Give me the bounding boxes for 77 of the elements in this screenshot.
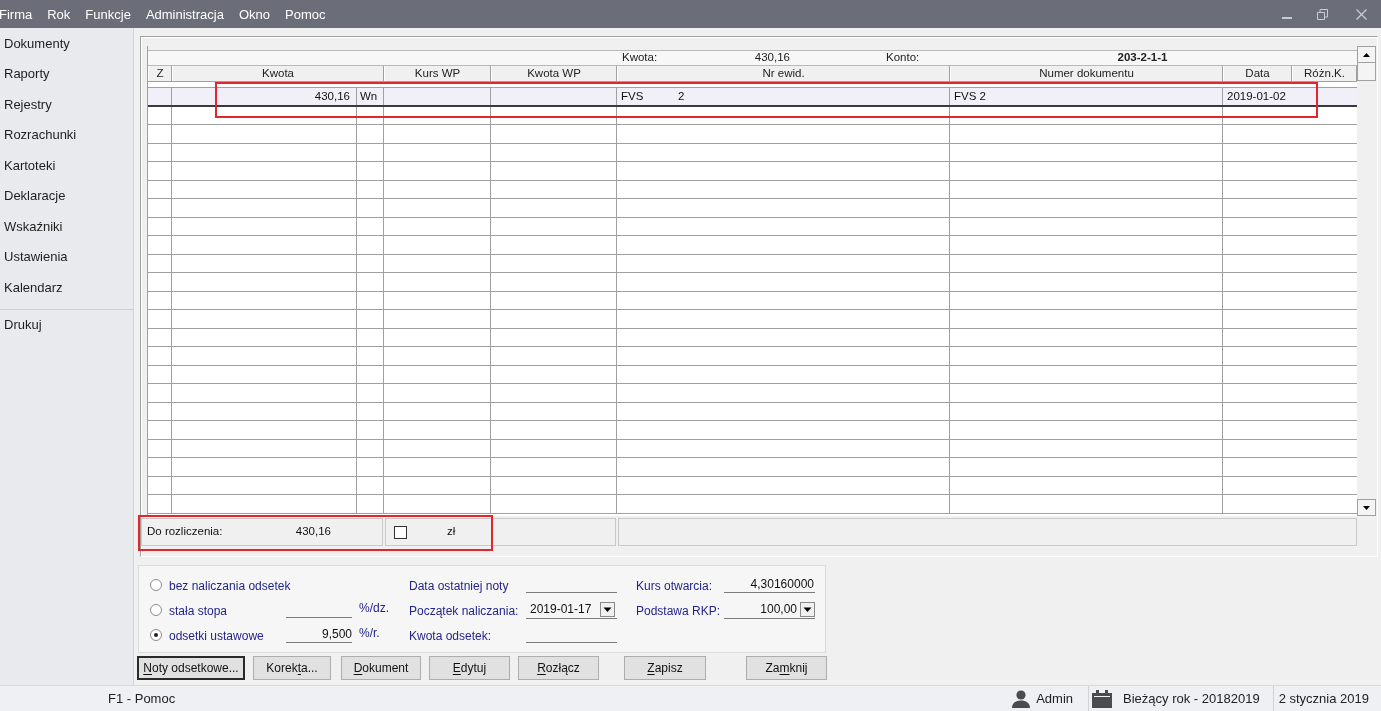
total-amount: 430,16	[754, 50, 790, 66]
sidebar-item[interactable]: Kartoteki	[4, 155, 56, 175]
settlement-amount: 430,16	[295, 525, 331, 538]
menu-item[interactable]: Funkcje	[85, 7, 131, 21]
triangle-up-icon	[1363, 52, 1370, 57]
dialog-button[interactable]: Noty odsetkowe...	[137, 656, 245, 680]
sidebar-item[interactable]: Dokumenty	[4, 33, 70, 53]
sidebar-item[interactable]: Rozrachunki	[4, 125, 77, 145]
input-field[interactable]: 4,30160000	[724, 576, 815, 593]
currency-label: zł	[447, 525, 456, 538]
menu-item[interactable]: Pomoc	[285, 7, 326, 21]
menu-item[interactable]: Rok	[47, 7, 71, 21]
field-label: Kurs otwarcia:	[636, 578, 713, 593]
sidebar-item[interactable]: Drukuj	[4, 315, 42, 335]
dialog-button[interactable]: Rozłącz	[518, 656, 599, 680]
column-header[interactable]: Kwota WP	[491, 66, 617, 81]
field-label: Podstawa RKP:	[636, 603, 721, 618]
dialog-button[interactable]: Zamknij	[746, 656, 827, 680]
dialog-button[interactable]: Korekta...	[253, 656, 331, 680]
account-number: 203-2-1-1	[1117, 50, 1168, 66]
field-label: Data ostatniej noty	[409, 578, 509, 593]
unit-label: %/r.	[359, 625, 380, 640]
sidebar-item[interactable]: Kalendarz	[4, 277, 63, 297]
option-label: odsetki ustawowe	[169, 628, 264, 643]
column-header[interactable]: Nr ewid.	[617, 66, 950, 81]
option-label: stała stopa	[169, 603, 228, 618]
user-icon	[1012, 689, 1031, 708]
dialog-button[interactable]: Dokument	[341, 656, 421, 680]
column-header[interactable]: Kurs WP	[384, 66, 491, 81]
option-label: bez naliczania odsetek	[169, 578, 291, 593]
account-label: Konto:	[886, 51, 920, 64]
dropdown-field[interactable]: 100,00	[724, 600, 815, 619]
calendar-icon	[1092, 689, 1113, 708]
radio-button[interactable]	[150, 603, 162, 616]
scroll-down-button[interactable]	[1357, 499, 1376, 516]
caret-down-icon[interactable]	[600, 601, 615, 617]
settlement-label: Do rozliczenia:	[147, 525, 223, 538]
table-cell-text: FVS 2	[954, 88, 986, 104]
field-label: Kwota odsetek:	[409, 628, 492, 643]
status-date: 2 stycznia 2019	[1278, 689, 1369, 708]
field-label: Początek naliczania:	[409, 603, 519, 618]
menu-item[interactable]: Administracja	[145, 7, 224, 21]
total-amount-label: Kwota:	[622, 51, 658, 64]
radio-button[interactable]	[150, 628, 162, 641]
input-field[interactable]: 9,500	[286, 626, 352, 643]
dropdown-field[interactable]: 2019-01-17	[526, 600, 617, 619]
table-cell-text: 430,16	[314, 88, 350, 104]
caret-down-icon[interactable]	[800, 601, 815, 617]
close-icon[interactable]	[1356, 8, 1367, 20]
sidebar-item[interactable]: Ustawienia	[4, 247, 68, 267]
status-help: F1 - Pomoc	[108, 690, 176, 706]
table-row[interactable]: 430,16 Wn FVS 2 FVS 2 2019-01-02	[148, 88, 1357, 107]
register-number: 2	[678, 88, 685, 104]
scroll-up-button[interactable]	[1357, 46, 1376, 63]
unit-label: %/dz.	[359, 600, 389, 615]
currency-checkbox[interactable]	[394, 525, 407, 539]
menu-item[interactable]: Okno	[238, 7, 270, 21]
scroll-thumb[interactable]	[1357, 63, 1376, 81]
triangle-down-icon	[1363, 505, 1370, 510]
sidebar-item[interactable]: Deklaracje	[4, 186, 66, 206]
status-year: Bieżący rok - 20182019	[1123, 690, 1260, 706]
dialog-button[interactable]: Zapisz	[624, 656, 706, 680]
sidebar-item[interactable]: Rejestry	[4, 94, 52, 114]
table-cell-text: 2019-01-02	[1227, 88, 1286, 104]
status-user: Admin	[1036, 690, 1074, 706]
restore-icon[interactable]	[1317, 8, 1328, 20]
column-header[interactable]: Z	[148, 66, 172, 81]
column-header[interactable]: Kwota	[172, 66, 384, 81]
menu-item[interactable]: Firma	[0, 7, 33, 21]
table-cell-text: Wn	[360, 88, 378, 104]
register-code: FVS	[621, 89, 644, 102]
radio-button[interactable]	[150, 578, 162, 591]
column-header[interactable]: Numer dokumentu	[950, 66, 1223, 81]
sidebar-item[interactable]: Wskaźniki	[4, 216, 63, 236]
column-header[interactable]: Data	[1223, 66, 1292, 81]
dialog-button[interactable]: Edytuj	[429, 656, 510, 680]
sidebar-item[interactable]: Raporty	[4, 64, 50, 84]
